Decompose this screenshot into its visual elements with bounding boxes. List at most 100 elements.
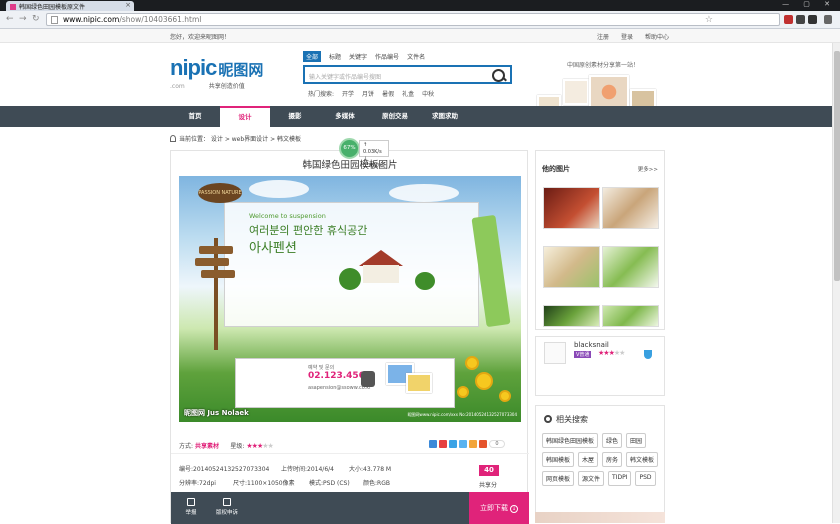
copyright-icon (223, 498, 231, 506)
points-label: 共享分 (479, 482, 498, 489)
download-button[interactable]: 立即下载 ↓ (469, 492, 529, 524)
window-controls[interactable]: — ▢ ✕ (782, 0, 836, 8)
search-icon[interactable] (491, 68, 507, 82)
share-bar: 0 (429, 440, 505, 448)
forward-arrow-icon[interactable]: → (19, 14, 27, 24)
browser-tab[interactable]: 韩国绿色田园模板原文件 × (6, 1, 134, 11)
extension-icon[interactable] (796, 15, 805, 24)
related-tag[interactable]: 房务 (602, 452, 623, 467)
avatar[interactable] (544, 342, 566, 364)
thumbnail[interactable] (543, 246, 600, 288)
more-link[interactable]: 更多>> (638, 165, 658, 173)
hot-term[interactable]: 月饼 (362, 89, 374, 98)
sunflower (457, 386, 469, 398)
location-pin-icon (170, 135, 176, 142)
speed-down: ↓ 0.36K/s (363, 156, 382, 169)
share-qzone-icon[interactable] (429, 440, 437, 448)
bookmark-star-icon[interactable]: ☆ (705, 15, 713, 25)
thumbnail[interactable] (543, 187, 600, 229)
related-tag[interactable]: 木屋 (578, 452, 599, 467)
search-tab-all[interactable]: 全部 (303, 51, 322, 62)
thumbnail[interactable] (602, 246, 659, 288)
banner-image (563, 79, 589, 105)
related-tag[interactable]: 田园 (626, 433, 647, 448)
signpost-board (195, 258, 229, 266)
login-link[interactable]: 登录 (621, 32, 633, 41)
author-name[interactable]: blacksnail (574, 341, 609, 349)
share-renren-icon[interactable] (459, 440, 467, 448)
search-input[interactable]: 输入关键字或作品编号搜图 (303, 65, 512, 84)
logo-en: nipic (170, 55, 217, 80)
nav-original-trade[interactable]: 原创交易 (370, 106, 420, 127)
report-label: 举报 (185, 510, 197, 516)
extension-icon[interactable] (784, 15, 793, 24)
search-tab-keyword[interactable]: 关键字 (349, 52, 367, 62)
breadcrumb-text[interactable]: 当前位置： 设计 > web界面设计 > 韩文模板 (179, 136, 301, 143)
scrollbar-thumb[interactable] (834, 51, 840, 281)
page-scrollbar[interactable] (832, 43, 840, 523)
share-tencent-icon[interactable] (449, 440, 457, 448)
site-logo[interactable]: nipic 昵图网 .com 共享创造价值 (170, 55, 263, 90)
share-douban-icon[interactable] (469, 440, 477, 448)
signpost-pole (214, 238, 218, 350)
meta-value: 43.778 M (363, 466, 392, 473)
related-tag[interactable]: TIDPI (608, 471, 632, 486)
extension-icon[interactable] (808, 15, 817, 24)
close-tab-icon[interactable]: × (125, 1, 131, 9)
download-label: 立即下载 (480, 504, 508, 512)
share-count: 0 (489, 440, 505, 448)
nav-photo[interactable]: 摄影 (270, 106, 320, 127)
star-empty-icon: ★ (619, 349, 625, 357)
method-rating-row: 方式: 共享素材 星级: ★★★★★ (179, 441, 274, 450)
hot-term[interactable]: 开学 (342, 89, 354, 98)
thumbnail[interactable] (602, 187, 659, 229)
related-tag[interactable]: 韩国模板 (542, 452, 575, 467)
welcome-text: 您好，欢迎来昵图网！ (170, 34, 231, 41)
preview-image[interactable]: Welcome to suspension 여러분의 편안한 휴식공간 아사펜션… (179, 176, 521, 422)
related-tag[interactable]: PSD (635, 471, 656, 486)
nav-design[interactable]: 设计 (220, 106, 270, 127)
copyright-label: 版权申诉 (215, 510, 238, 516)
search-tab-id[interactable]: 作品编号 (375, 52, 399, 62)
info-panel: 예약 및 문의 02.123.4567 asapension@ssoww.co.… (235, 358, 455, 408)
main-nav: 首页 设计 摄影 多媒体 原创交易 求图求助 (0, 106, 840, 127)
meta-size: 大小:43.778 M (349, 464, 391, 473)
hot-term[interactable]: 中秋 (422, 89, 434, 98)
speed-up: ↑ 0.03K/s (363, 142, 382, 155)
file-meta: 编号:20140524132527073304 上传时间:2014/6/4 大小… (171, 453, 529, 491)
related-tag[interactable]: 韩文模板 (626, 452, 659, 467)
related-tag[interactable]: 韩国绿色田园模板 (542, 433, 599, 448)
nav-multimedia[interactable]: 多媒体 (320, 106, 370, 127)
url-host: www.nipic.com (63, 15, 120, 24)
register-link[interactable]: 注册 (597, 32, 609, 41)
thumbnail[interactable] (602, 305, 659, 327)
related-tag[interactable]: 网页模板 (542, 471, 575, 486)
hot-term[interactable]: 暑假 (382, 89, 394, 98)
meta-color: 颜色:RGB (363, 478, 390, 487)
nav-home[interactable]: 首页 (170, 106, 220, 127)
cloud (249, 180, 309, 198)
help-link[interactable]: 帮助中心 (645, 32, 669, 41)
meta-label: 分辨率: (179, 480, 200, 487)
phone-top: 예약 및 문의 (308, 365, 335, 371)
nav-request[interactable]: 求图求助 (420, 106, 470, 127)
thumbnail[interactable] (543, 305, 600, 327)
reload-icon[interactable]: ↻ (32, 14, 40, 24)
share-more-icon[interactable] (479, 440, 487, 448)
back-arrow-icon[interactable]: ← (6, 14, 14, 24)
hot-term[interactable]: 礼盒 (402, 89, 414, 98)
house-illustration (351, 250, 411, 290)
report-button[interactable]: 举报 (171, 498, 211, 516)
site-topbar: 您好，欢迎来昵图网！ 注册 登录 帮助中心 (0, 29, 840, 43)
copyright-button[interactable]: 版权申诉 (207, 498, 247, 516)
logo-tagline: 共享创造价值 (208, 83, 245, 90)
related-tag[interactable]: 源文件 (578, 471, 605, 486)
menu-icon[interactable] (824, 15, 832, 24)
related-tag[interactable]: 绿色 (602, 433, 623, 448)
address-bar[interactable]: www.nipic.com/show/10403661.html ☆ (46, 13, 780, 26)
page-title: 韩国绿色田园模板图片 (302, 160, 398, 171)
share-weibo-icon[interactable] (439, 440, 447, 448)
speed-stats: ↑ 0.03K/s ↓ 0.36K/s (359, 140, 389, 169)
search-tab-title[interactable]: 标题 (329, 52, 341, 62)
search-tab-filename[interactable]: 文件名 (407, 52, 425, 62)
